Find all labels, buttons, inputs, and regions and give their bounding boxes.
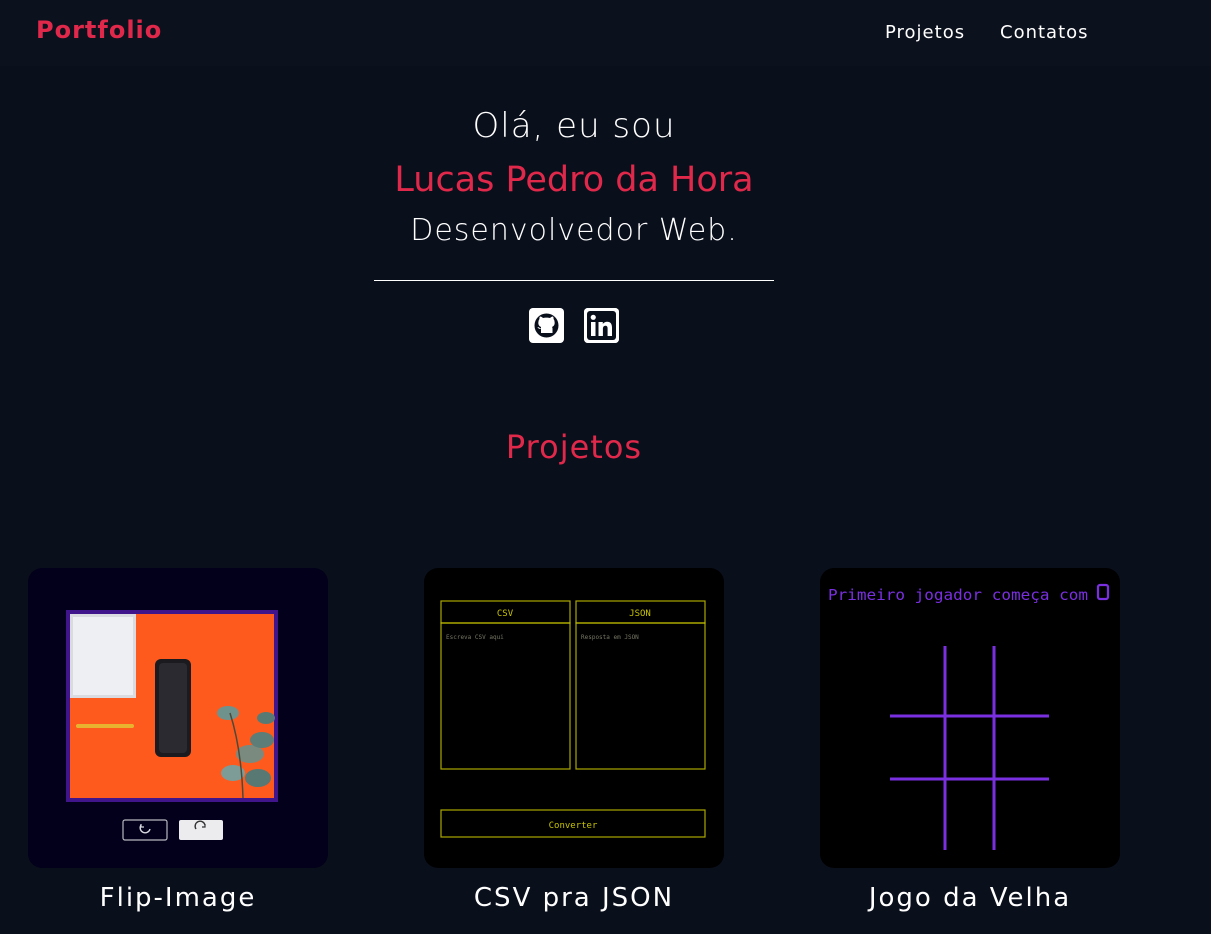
project-title-csv-json[interactable]: CSV pra JSON [424, 883, 724, 913]
project-card-flip-image[interactable] [28, 568, 328, 868]
hero-greeting: Olá, eu sou [472, 106, 676, 146]
hero-name: Lucas Pedro da Hora [394, 160, 754, 200]
nav-link-projetos[interactable]: Projetos [885, 22, 965, 43]
flip-image-thumbnail [66, 610, 278, 841]
brand-logo[interactable]: Portfolio [36, 16, 162, 44]
csv-json-thumbnail: CSV JSON Escreva CSV aqui Resposta em JS… [440, 600, 706, 838]
github-icon [529, 308, 564, 343]
json-placeholder: Resposta em JSON [581, 634, 639, 641]
navbar: Portfolio Projetos Contatos [0, 0, 1211, 66]
project-title-jogo-da-velha[interactable]: Jogo da Velha [820, 883, 1120, 913]
project-card-jogo-da-velha[interactable]: Primeiro jogador começa com [820, 568, 1120, 868]
projects-title: Projetos [505, 428, 643, 466]
github-link[interactable] [529, 308, 564, 343]
linkedin-icon [584, 308, 619, 343]
csv-placeholder: Escreva CSV aqui [446, 634, 504, 641]
game-status-text: Primeiro jogador começa com [828, 586, 1088, 604]
csv-label: CSV [497, 609, 514, 619]
tic-tac-toe-thumbnail: Primeiro jogador começa com [828, 583, 1110, 850]
project-card-csv-json[interactable]: CSV JSON Escreva CSV aqui Resposta em JS… [424, 568, 724, 868]
linkedin-link[interactable] [584, 308, 619, 343]
hero-role: Desenvolvedor Web. [410, 213, 738, 248]
nav-link-contatos[interactable]: Contatos [1000, 22, 1089, 43]
convert-button-label: Converter [549, 821, 598, 831]
json-label: JSON [629, 609, 651, 619]
hero-divider [374, 280, 774, 281]
project-title-flip-image[interactable]: Flip-Image [28, 883, 328, 913]
